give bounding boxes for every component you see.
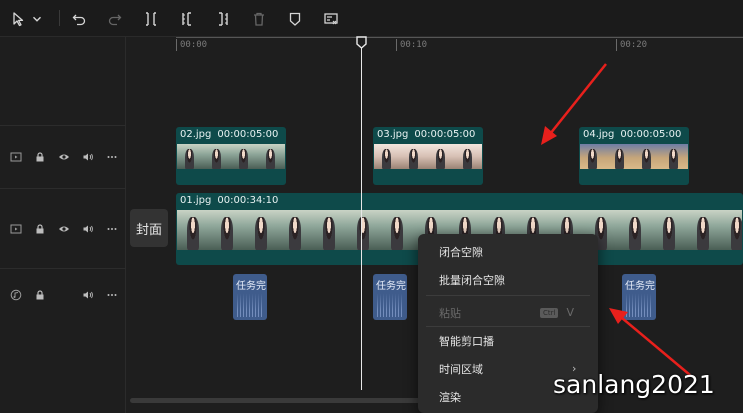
menu-item-label: 粘贴: [439, 307, 461, 320]
track-divider: [0, 188, 126, 189]
menu-item-smart-cut[interactable]: 智能剪口播: [418, 326, 598, 354]
eye-icon[interactable]: [58, 151, 70, 163]
clip-duration: 00:00:05:00: [217, 129, 279, 140]
lock-icon[interactable]: [34, 151, 46, 163]
audio-clip[interactable]: 任务完: [233, 274, 267, 320]
more-options-icon[interactable]: [106, 223, 118, 235]
split-button[interactable]: [140, 8, 162, 30]
timeline-toolbar: [0, 0, 743, 37]
menu-shortcut: Ctrl V: [540, 306, 574, 319]
time-ruler[interactable]: 00:00 00:10 00:20: [126, 37, 743, 57]
audio-waveform: [377, 293, 403, 317]
shortcut-key: V: [566, 306, 574, 319]
clip-label: 01.jpg 00:00:34:10: [180, 195, 284, 206]
ruler-baseline: [176, 37, 743, 38]
track-divider: [0, 125, 126, 126]
volume-icon[interactable]: [82, 151, 94, 163]
video-track-icon: [10, 223, 22, 235]
delete-button[interactable]: [248, 8, 270, 30]
chevron-down-icon: [33, 16, 41, 22]
menu-item-close-gap[interactable]: 闭合空隙: [418, 237, 598, 265]
redo-button[interactable]: [104, 8, 126, 30]
track-headers: [0, 37, 126, 413]
watermark: sanlang2021: [553, 370, 715, 399]
playhead-handle[interactable]: [356, 36, 367, 49]
trim-left-icon: [182, 12, 191, 26]
shortcut-modifier: Ctrl: [540, 307, 559, 318]
clip-filename: 04.jpg: [583, 129, 615, 140]
audio-waveform: [237, 293, 263, 317]
clip-label: 04.jpg 00:00:05:00: [583, 129, 687, 140]
more-options-icon[interactable]: [106, 151, 118, 163]
delete-icon: [254, 12, 264, 26]
auto-caption-button[interactable]: [320, 8, 342, 30]
overlay-clip[interactable]: 04.jpg 00:00:05:00: [579, 127, 689, 185]
audio-clip-label: 任务完: [625, 281, 655, 292]
audio-clip[interactable]: 任务完: [622, 274, 656, 320]
cover-button[interactable]: 封面: [130, 209, 168, 247]
clip-thumbnails: [374, 144, 482, 169]
auto-caption-icon: [324, 13, 338, 25]
track-divider: [0, 268, 126, 269]
menu-item-label: 时间区域: [439, 363, 483, 376]
clip-duration: 00:00:34:10: [217, 195, 279, 206]
clip-thumbnails: [177, 144, 285, 169]
ruler-ticks: [176, 39, 617, 51]
trim-right-button[interactable]: [212, 8, 234, 30]
more-options-icon[interactable]: [106, 289, 118, 301]
split-icon: [146, 12, 156, 26]
menu-item-label: 闭合空隙: [439, 246, 483, 259]
volume-icon[interactable]: [82, 223, 94, 235]
undo-icon: [72, 14, 86, 26]
select-tool-button[interactable]: [8, 8, 30, 30]
marker-icon: [289, 12, 301, 26]
horizontal-scrollbar[interactable]: [130, 398, 430, 403]
menu-item-paste: 粘贴 Ctrl V: [418, 298, 598, 326]
menu-item-batch-close-gap[interactable]: 批量闭合空隙: [418, 265, 598, 293]
add-marker-button[interactable]: [284, 8, 306, 30]
clip-thumbnails: [580, 144, 688, 169]
audio-clip-label: 任务完: [236, 281, 266, 292]
volume-icon[interactable]: [82, 289, 94, 301]
overlay-clip[interactable]: 03.jpg 00:00:05:00: [373, 127, 483, 185]
redo-icon: [108, 14, 122, 26]
toolbar-divider: [59, 10, 60, 26]
lock-icon[interactable]: [34, 223, 46, 235]
undo-button[interactable]: [68, 8, 90, 30]
video-track-icon: [10, 151, 22, 163]
audio-waveform: [626, 293, 652, 317]
playhead-line[interactable]: [361, 44, 362, 390]
menu-item-label: 渲染: [439, 391, 461, 404]
overlay-clip[interactable]: 02.jpg 00:00:05:00: [176, 127, 286, 185]
menu-divider: [426, 295, 590, 296]
clip-filename: 03.jpg: [377, 129, 409, 140]
lock-icon[interactable]: [34, 289, 46, 301]
clip-filename: 02.jpg: [180, 129, 212, 140]
audio-clip-label: 任务完: [376, 281, 406, 292]
clip-label: 02.jpg 00:00:05:00: [180, 129, 284, 140]
menu-item-label: 智能剪口播: [439, 335, 494, 348]
select-cursor-icon: [13, 12, 24, 27]
audio-clip[interactable]: 任务完: [373, 274, 407, 320]
trim-right-icon: [219, 12, 228, 26]
menu-item-label: 批量闭合空隙: [439, 274, 505, 287]
trim-left-button[interactable]: [176, 8, 198, 30]
clip-filename: 01.jpg: [180, 195, 212, 206]
eye-icon[interactable]: [58, 223, 70, 235]
clip-duration: 00:00:05:00: [620, 129, 682, 140]
audio-track-icon: [10, 289, 22, 301]
tool-dropdown-button[interactable]: [30, 8, 44, 30]
clip-label: 03.jpg 00:00:05:00: [377, 129, 481, 140]
clip-duration: 00:00:05:00: [414, 129, 476, 140]
